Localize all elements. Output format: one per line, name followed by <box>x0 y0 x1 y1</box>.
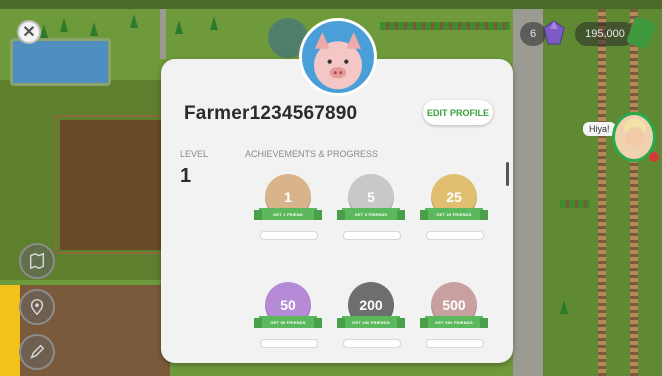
level-value: 1 <box>180 165 192 187</box>
crop-row <box>380 22 510 30</box>
gem-icon <box>543 20 565 45</box>
tree <box>175 20 183 34</box>
achievements-label: ACHIEVEMENTS & PROGRESS <box>245 149 379 159</box>
achievement-medal[interactable]: 50 GET 50 FRIENDS <box>254 282 322 354</box>
medal-ribbon: GET 200 FRIENDS <box>337 316 405 328</box>
tree <box>210 16 218 30</box>
medal-ribbon: GET 500 FRIENDS <box>420 316 488 328</box>
level-label: LEVEL <box>180 149 209 159</box>
notification-badge <box>649 152 659 162</box>
pencil-icon <box>30 344 45 359</box>
gem-count: 6 <box>529 28 537 40</box>
location-pin-icon <box>30 299 44 316</box>
medal-progress-bar <box>343 339 401 348</box>
top-frame <box>0 0 662 9</box>
tree <box>560 300 568 314</box>
medal-ribbon: GET 50 FRIENDS <box>254 316 322 328</box>
medal-ribbon: GET 25 FRIENDS <box>420 208 488 220</box>
achievement-medal[interactable]: 500 GET 500 FRIENDS <box>420 282 488 354</box>
medal-ribbon: GET 5 FRIENDS <box>337 208 405 220</box>
medal-progress-bar <box>343 231 401 240</box>
fence <box>55 115 174 254</box>
edit-profile-button[interactable]: EDIT PROFILE <box>423 100 493 125</box>
location-button[interactable] <box>19 289 55 325</box>
npc-chat-bubble: Hiya! <box>583 122 616 136</box>
rail-track-2 <box>630 9 638 376</box>
achievement-medal[interactable]: 1 GET 1 FRIEND <box>254 174 322 246</box>
close-icon: ✕ <box>22 24 36 41</box>
close-button[interactable]: ✕ <box>17 20 41 44</box>
yellow-corner-frame <box>0 285 20 376</box>
tree <box>130 14 138 28</box>
tree <box>60 18 68 32</box>
edit-tool-button[interactable] <box>19 334 55 370</box>
pond <box>10 38 111 86</box>
medal-ribbon: GET 1 FRIEND <box>254 208 322 220</box>
medal-progress-bar <box>260 339 318 348</box>
profile-username: Farmer1234567890 <box>184 103 358 124</box>
medal-progress-bar <box>426 339 484 348</box>
medal-progress-bar <box>260 231 318 240</box>
pig-icon <box>314 32 362 90</box>
coin-balance: 195,000 <box>585 28 625 40</box>
achievement-medal[interactable]: 200 GET 200 FRIENDS <box>337 282 405 354</box>
tree <box>90 22 98 36</box>
road-top <box>160 9 166 59</box>
crop-row <box>560 200 590 208</box>
map-button[interactable] <box>19 243 55 279</box>
coin-counter[interactable]: 195,000 <box>575 22 635 46</box>
road-right <box>513 9 543 376</box>
achievement-medal[interactable]: 5 GET 5 FRIENDS <box>337 174 405 246</box>
profile-avatar[interactable] <box>299 18 377 96</box>
rail-track-1 <box>598 9 606 376</box>
tree <box>40 24 48 38</box>
achievement-medal[interactable]: 25 GET 25 FRIENDS <box>420 174 488 246</box>
npc-face <box>626 127 644 147</box>
achievements-scrollbar[interactable] <box>506 162 509 186</box>
medal-progress-bar <box>426 231 484 240</box>
map-icon <box>29 252 45 270</box>
